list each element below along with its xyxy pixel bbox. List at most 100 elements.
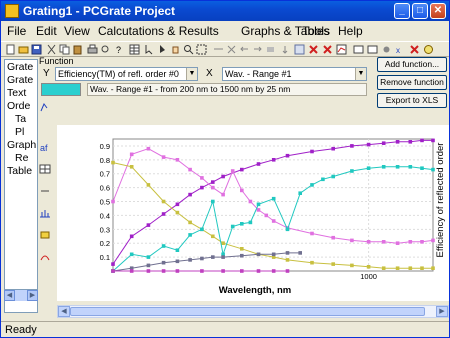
- menu-file[interactable]: File: [7, 24, 26, 38]
- grid-icon[interactable]: [294, 44, 305, 55]
- data-point: [146, 223, 151, 227]
- data-point: [175, 248, 180, 252]
- chart-icon[interactable]: [336, 44, 347, 55]
- data-point: [211, 255, 215, 259]
- columns-icon[interactable]: [353, 44, 364, 55]
- toolbar: ? x: [1, 41, 449, 57]
- tree-item-grating-2[interactable]: Grate: [7, 74, 33, 86]
- y-tick-label: 0.1: [100, 253, 110, 262]
- scroll-thumb[interactable]: [70, 307, 425, 316]
- data-point: [350, 169, 354, 173]
- save-icon[interactable]: [31, 44, 42, 55]
- chart-function-icon[interactable]: [39, 101, 51, 113]
- data-point: [221, 269, 225, 273]
- tree-item-tables[interactable]: Table: [7, 165, 32, 177]
- data-point: [175, 259, 180, 264]
- chart-horizontal-scrollbar[interactable]: ◀ ▶: [57, 305, 449, 318]
- menu-calculations-results[interactable]: Calcutations & Results: [98, 24, 219, 38]
- data-point: [146, 146, 151, 151]
- data-point: [310, 183, 314, 187]
- x-range-select[interactable]: Wav. - Range #1 ▼: [222, 67, 367, 81]
- scroll-right-icon[interactable]: ▶: [436, 306, 448, 317]
- preview-icon[interactable]: [100, 44, 111, 55]
- axis-function-icon[interactable]: af: [39, 141, 51, 153]
- efficiency-chart[interactable]: 0.1 0.2 0.3 0.4 0.5 0.6 0.7 0.8 0.9 1000 Waveleng…: [57, 125, 449, 301]
- open-folder-icon[interactable]: [18, 44, 29, 55]
- data-point: [366, 240, 371, 244]
- minimize-button[interactable]: _: [394, 3, 410, 19]
- data-point: [161, 260, 166, 265]
- curve-tool-icon[interactable]: [39, 251, 51, 263]
- zoom-fit-icon[interactable]: [196, 44, 207, 55]
- scroll-left-icon[interactable]: ◀: [4, 290, 15, 301]
- remove-function-button[interactable]: Remove function: [377, 75, 447, 90]
- arrow-tool-icon[interactable]: [39, 185, 51, 197]
- data-point: [331, 235, 335, 240]
- menu-tools[interactable]: Tools: [302, 24, 330, 38]
- delete-icon[interactable]: [322, 44, 333, 55]
- rows-icon[interactable]: [367, 44, 378, 55]
- add-function-button[interactable]: Add function...: [377, 57, 447, 72]
- data-point: [146, 183, 151, 187]
- export-xls-button[interactable]: Export to XLS: [377, 93, 447, 108]
- title-bar[interactable]: Grating1 - PCGrate Project _ □ ✕: [1, 1, 449, 21]
- data-point: [431, 266, 435, 270]
- tree-item-grating[interactable]: Grate: [7, 61, 33, 73]
- info-icon[interactable]: [423, 44, 434, 55]
- tree-item-plot[interactable]: Pl: [15, 126, 24, 138]
- range-description: Wav. - Range #1 - from 200 nm to 1500 nm…: [87, 83, 367, 96]
- x-scale-icon[interactable]: x: [395, 44, 406, 55]
- tree-item-orders[interactable]: Orde: [7, 100, 30, 112]
- data-point: [350, 144, 354, 148]
- series-color-swatch[interactable]: [41, 83, 81, 96]
- tree-horizontal-scrollbar[interactable]: ◀ ▶: [4, 289, 38, 301]
- settings-icon[interactable]: [381, 44, 392, 55]
- menu-edit[interactable]: Edit: [36, 24, 57, 38]
- scroll-right-icon[interactable]: ▶: [27, 290, 38, 301]
- select-icon[interactable]: [144, 44, 155, 55]
- function-x-icon[interactable]: [226, 44, 237, 55]
- data-point: [408, 240, 413, 244]
- paste-icon[interactable]: [72, 44, 83, 55]
- tree-item-table[interactable]: Ta: [15, 113, 26, 125]
- chevron-down-icon[interactable]: ▼: [186, 68, 197, 80]
- chart-bar-icon[interactable]: [39, 207, 51, 219]
- data-point: [420, 138, 424, 143]
- tree-item-graphs[interactable]: Graph: [7, 139, 36, 151]
- table-icon[interactable]: [129, 44, 140, 55]
- arrow-left-icon[interactable]: [239, 44, 250, 55]
- zoom-icon[interactable]: [183, 44, 194, 55]
- menu-help[interactable]: Help: [338, 24, 363, 38]
- chevron-down-icon[interactable]: ▼: [355, 68, 366, 80]
- data-point: [221, 192, 225, 197]
- sort-icon[interactable]: [280, 44, 291, 55]
- scroll-left-icon[interactable]: ◀: [58, 306, 70, 317]
- app-icon: [5, 4, 19, 18]
- arrow-right-icon[interactable]: [252, 44, 263, 55]
- layer-icon[interactable]: [265, 44, 276, 55]
- project-tree[interactable]: Grate Grate Text Orde Ta Pl Graph Re Tab…: [4, 59, 38, 313]
- close-graph-icon[interactable]: [409, 44, 420, 55]
- menu-view[interactable]: View: [64, 24, 90, 38]
- print-icon[interactable]: [87, 44, 98, 55]
- data-point: [175, 210, 180, 215]
- maximize-button[interactable]: □: [412, 3, 428, 19]
- data-point: [381, 266, 386, 270]
- help-icon[interactable]: ?: [113, 44, 124, 55]
- cut-icon[interactable]: [46, 44, 57, 55]
- close-button[interactable]: ✕: [430, 3, 446, 19]
- tree-item-results[interactable]: Re: [15, 152, 28, 164]
- data-point: [285, 258, 290, 262]
- new-file-icon[interactable]: [5, 44, 16, 55]
- remove-graph-icon[interactable]: [308, 44, 319, 55]
- y-axis-label: Y: [43, 68, 50, 79]
- y-function-select[interactable]: Efficiency(TM) of refl. order #0 ▼: [55, 67, 198, 81]
- copy-icon[interactable]: [59, 44, 70, 55]
- tree-item-text[interactable]: Text: [7, 87, 26, 99]
- data-point: [188, 233, 192, 237]
- grid-table-icon[interactable]: [39, 163, 51, 175]
- hand-icon[interactable]: [170, 44, 181, 55]
- text-tool-icon[interactable]: [39, 229, 51, 241]
- calc-icon[interactable]: [213, 44, 224, 55]
- pointer-icon[interactable]: [157, 44, 168, 55]
